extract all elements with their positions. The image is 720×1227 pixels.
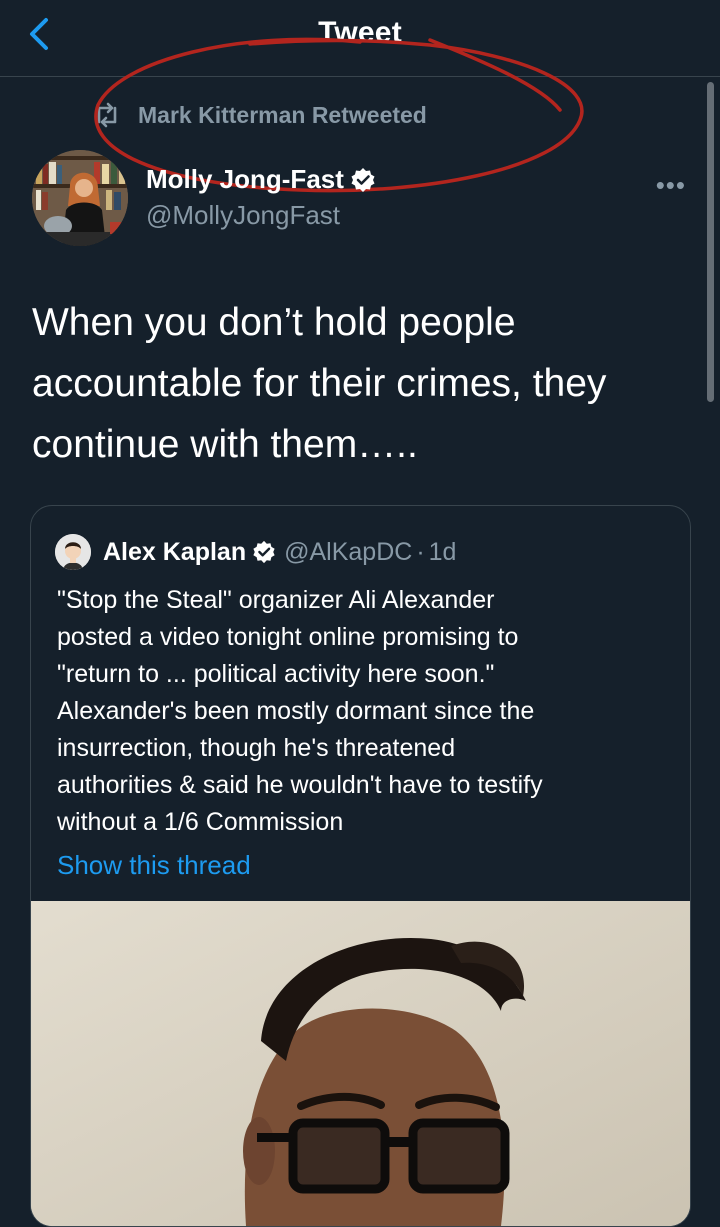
quoted-tweet-card[interactable]: Alex Kaplan @AlKapDC · 1d "Stop the Stea… bbox=[30, 505, 691, 1227]
author-name: Molly Jong-Fast bbox=[146, 164, 344, 194]
quoted-video-thumbnail[interactable] bbox=[31, 901, 690, 1226]
video-frame-image bbox=[31, 901, 690, 1226]
retweet-context[interactable]: Mark Kitterman Retweeted bbox=[92, 98, 427, 132]
show-thread-link[interactable]: Show this thread bbox=[57, 850, 251, 881]
quoted-author-avatar[interactable] bbox=[55, 534, 91, 570]
author-name-row[interactable]: Molly Jong-Fast bbox=[146, 164, 376, 195]
retweet-label: Mark Kitterman Retweeted bbox=[138, 101, 427, 128]
quoted-author-avatar-image bbox=[55, 534, 91, 570]
quoted-separator: · bbox=[416, 537, 425, 566]
author-handle[interactable]: @MollyJongFast bbox=[146, 200, 340, 231]
quoted-timestamp: 1d bbox=[428, 537, 457, 566]
tweet-text: When you don’t hold people accountable f… bbox=[32, 301, 607, 466]
page-title: Tweet bbox=[318, 16, 402, 49]
quoted-author-name[interactable]: Alex Kaplan bbox=[103, 538, 246, 567]
more-icon[interactable]: ••• bbox=[656, 170, 686, 201]
author-avatar[interactable] bbox=[32, 150, 128, 246]
verified-badge-icon bbox=[253, 540, 275, 564]
top-nav-bar: Tweet bbox=[0, 0, 720, 77]
author-avatar-image bbox=[32, 150, 128, 246]
retweet-icon bbox=[97, 102, 117, 128]
scrollbar[interactable] bbox=[707, 82, 714, 402]
verified-badge-icon bbox=[351, 167, 375, 192]
quoted-author-handle[interactable]: @AlKapDC bbox=[284, 538, 412, 567]
quoted-tweet-text: "Stop the Steal" organizer Ali Alexander… bbox=[57, 586, 543, 836]
quoted-tweet-header: Alex Kaplan @AlKapDC · 1d bbox=[103, 534, 456, 570]
